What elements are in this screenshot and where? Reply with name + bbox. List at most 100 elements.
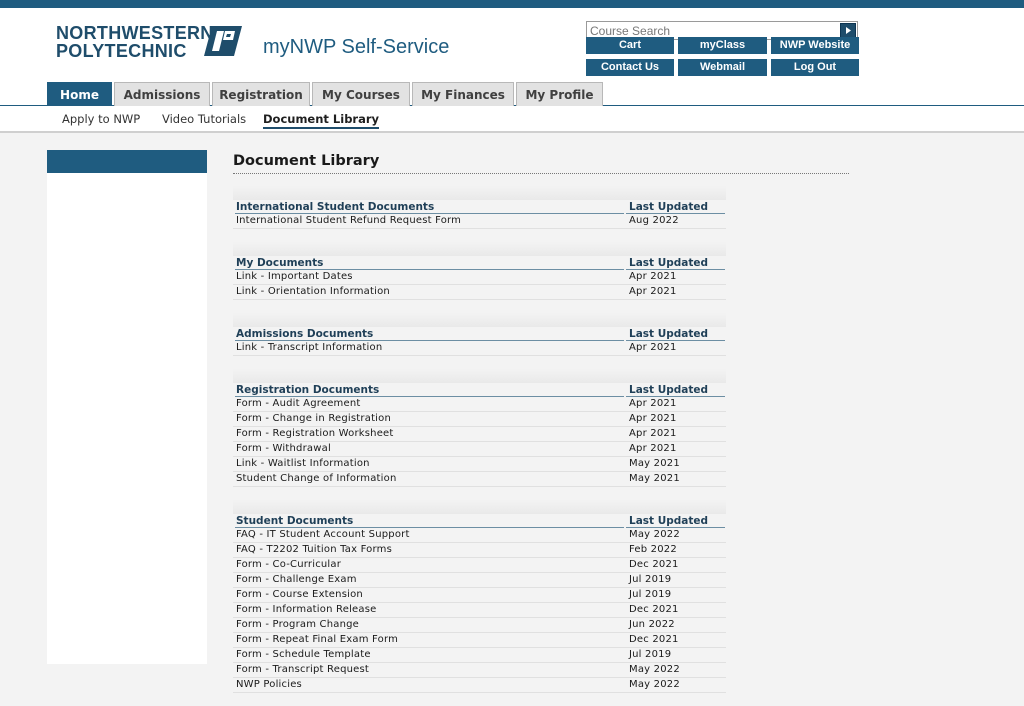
document-row: Form - Program Change Jun 2022: [233, 618, 726, 633]
document-row: Form - Withdrawal Apr 2021: [233, 442, 726, 457]
tab-my-courses[interactable]: My Courses: [312, 82, 410, 106]
document-row: FAQ - T2202 Tuition Tax Forms Feb 2022: [233, 543, 726, 558]
last-updated-header: Last Updated: [629, 201, 709, 213]
document-row: International Student Refund Request For…: [233, 214, 726, 229]
section-title: Admissions Documents: [236, 328, 374, 340]
tab-home[interactable]: Home: [47, 82, 112, 106]
document-link[interactable]: Link - Waitlist Information: [236, 458, 370, 469]
document-link[interactable]: Form - Challenge Exam: [236, 574, 357, 585]
document-row: Link - Important Dates Apr 2021: [233, 270, 726, 285]
document-link[interactable]: Form - Repeat Final Exam Form: [236, 634, 398, 645]
document-link[interactable]: Form - Co-Curricular: [236, 559, 341, 570]
section-spacer: [233, 242, 726, 256]
document-link[interactable]: Form - Schedule Template: [236, 649, 371, 660]
sidebar-header-bar: [47, 150, 207, 173]
document-link[interactable]: Student Change of Information: [236, 473, 397, 484]
document-link[interactable]: Form - Audit Agreement: [236, 398, 361, 409]
last-updated-header: Last Updated: [629, 257, 709, 269]
search-go-button[interactable]: [840, 23, 856, 38]
section-title: International Student Documents: [236, 201, 435, 213]
tab-my-finances[interactable]: My Finances: [412, 82, 514, 106]
last-updated-date: May 2021: [629, 473, 680, 484]
section-spacer: [233, 186, 726, 200]
document-link[interactable]: Link - Orientation Information: [236, 286, 390, 297]
left-sidebar: [47, 150, 207, 664]
last-updated-date: Jul 2019: [629, 649, 672, 660]
document-link[interactable]: Form - Information Release: [236, 604, 377, 615]
last-updated-date: Apr 2021: [629, 271, 677, 282]
document-row: FAQ - IT Student Account Support May 2022: [233, 528, 726, 543]
last-updated-date: May 2022: [629, 664, 680, 675]
last-updated-date: Jun 2022: [629, 619, 675, 630]
document-row: Form - Information Release Dec 2021: [233, 603, 726, 618]
document-link[interactable]: Form - Registration Worksheet: [236, 428, 394, 439]
last-updated-date: Apr 2021: [629, 443, 677, 454]
document-row: Form - Change in Registration Apr 2021: [233, 412, 726, 427]
last-updated-header: Last Updated: [629, 384, 709, 396]
document-link[interactable]: Form - Change in Registration: [236, 413, 391, 424]
document-row: Link - Transcript Information Apr 2021: [233, 341, 726, 356]
last-updated-date: Apr 2021: [629, 286, 677, 297]
contact-us-button[interactable]: Contact Us: [586, 59, 674, 76]
title-divider: [233, 173, 849, 174]
top-accent-bar: [0, 0, 1024, 8]
page-title: Document Library: [233, 153, 380, 169]
document-link[interactable]: Form - Transcript Request: [236, 664, 369, 675]
last-updated-date: Dec 2021: [629, 559, 679, 570]
document-row: Form - Schedule Template Jul 2019: [233, 648, 726, 663]
document-section: International Student Documents Last Upda…: [233, 186, 726, 229]
document-row: Form - Registration Worksheet Apr 2021: [233, 427, 726, 442]
section-title: My Documents: [236, 257, 324, 269]
section-header: Registration Documents Last Updated: [233, 383, 726, 397]
document-link[interactable]: FAQ - T2202 Tuition Tax Forms: [236, 544, 392, 555]
last-updated-date: Apr 2021: [629, 342, 677, 353]
tab-admissions[interactable]: Admissions: [114, 82, 210, 106]
section-header: My Documents Last Updated: [233, 256, 726, 270]
subnav-apply-to-nwp[interactable]: Apply to NWP: [62, 112, 140, 126]
document-link[interactable]: Form - Program Change: [236, 619, 359, 630]
section-header: Student Documents Last Updated: [233, 514, 726, 528]
play-arrow-icon: [846, 27, 851, 34]
document-link[interactable]: NWP Policies: [236, 679, 302, 690]
logo[interactable]: NORTHWESTERN POLYTECHNIC: [56, 24, 213, 60]
cart-button[interactable]: Cart: [586, 37, 674, 54]
last-updated-date: May 2021: [629, 458, 680, 469]
last-updated-date: Feb 2022: [629, 544, 677, 555]
document-link[interactable]: International Student Refund Request For…: [236, 215, 461, 226]
myclass-button[interactable]: myClass: [678, 37, 767, 54]
document-row: Form - Transcript Request May 2022: [233, 663, 726, 678]
document-row: Form - Audit Agreement Apr 2021: [233, 397, 726, 412]
section-spacer: [233, 313, 726, 327]
tab-my-profile[interactable]: My Profile: [516, 82, 603, 106]
document-section: Registration Documents Last Updated Form -…: [233, 369, 726, 487]
document-row: Student Change of Information May 2021: [233, 472, 726, 487]
document-row: Form - Course Extension Jul 2019: [233, 588, 726, 603]
document-link[interactable]: Form - Withdrawal: [236, 443, 331, 454]
last-updated-date: Jul 2019: [629, 574, 672, 585]
section-header: International Student Documents Last Upda…: [233, 200, 726, 214]
webmail-button[interactable]: Webmail: [678, 59, 767, 76]
section-title: Student Documents: [236, 515, 354, 527]
document-row: NWP Policies May 2022: [233, 678, 726, 693]
document-link[interactable]: Link - Transcript Information: [236, 342, 382, 353]
last-updated-date: Dec 2021: [629, 604, 679, 615]
last-updated-date: Apr 2021: [629, 413, 677, 424]
nwp-website-button[interactable]: NWP Website: [771, 37, 859, 54]
last-updated-date: Dec 2021: [629, 634, 679, 645]
tab-registration[interactable]: Registration: [212, 82, 310, 106]
document-link[interactable]: FAQ - IT Student Account Support: [236, 529, 410, 540]
document-row: Form - Challenge Exam Jul 2019: [233, 573, 726, 588]
course-search-input[interactable]: [588, 23, 836, 38]
subnav-video-tutorials[interactable]: Video Tutorials: [162, 112, 246, 126]
log-out-button[interactable]: Log Out: [771, 59, 859, 76]
last-updated-header: Last Updated: [629, 515, 709, 527]
subnav-document-library[interactable]: Document Library: [263, 112, 380, 129]
document-section: Student Documents Last Updated FAQ - IT St…: [233, 500, 726, 693]
last-updated-date: Jul 2019: [629, 589, 672, 600]
site-header: NORTHWESTERN POLYTECHNIC myNWP Self-Serv…: [0, 8, 1024, 82]
section-spacer: [233, 500, 726, 514]
document-link[interactable]: Form - Course Extension: [236, 589, 363, 600]
section-header: Admissions Documents Last Updated: [233, 327, 726, 341]
last-updated-date: Apr 2021: [629, 428, 677, 439]
document-link[interactable]: Link - Important Dates: [236, 271, 353, 282]
